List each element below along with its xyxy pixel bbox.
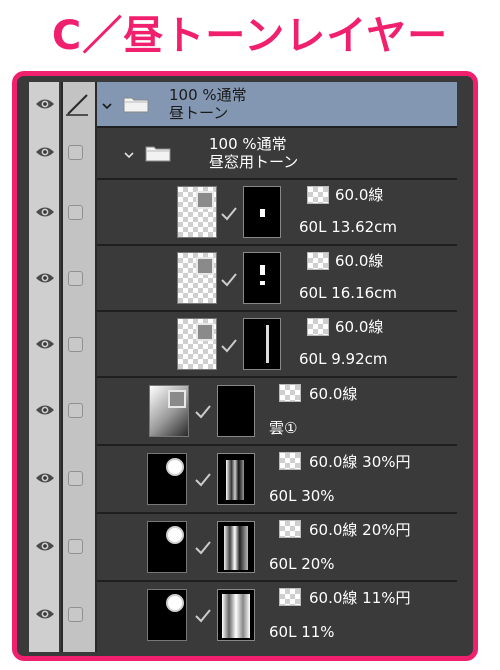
tone-setting: 60.0線: [309, 385, 358, 403]
layer-name: 60L 13.62cm: [299, 218, 398, 236]
layer-thumbnail: [177, 318, 217, 370]
layer-thumbnail: [147, 521, 187, 573]
layer-row-tone[interactable]: 60.0線 20%円 60L 20%: [97, 514, 457, 582]
layer-name: 60L 9.92cm: [299, 350, 388, 368]
edit-checkbox[interactable]: [68, 539, 83, 554]
layer-row-tone[interactable]: 60.0線 11%円 60L 11%: [97, 582, 457, 650]
eye-icon[interactable]: [35, 146, 55, 158]
tone-setting: 60.0線: [335, 252, 384, 270]
tone-icon: [279, 588, 301, 606]
checkmark-icon: [221, 207, 237, 221]
edit-checkbox[interactable]: [68, 271, 83, 286]
layer-mask-thumbnail: [217, 385, 255, 437]
layer-row-tone[interactable]: 60.0線 雲①: [97, 378, 457, 446]
layer-row-tone[interactable]: 60.0線 30%円 60L 30%: [97, 446, 457, 514]
chevron-down-icon[interactable]: [123, 149, 135, 161]
column-divider: [61, 82, 63, 652]
edit-checkbox[interactable]: [68, 403, 83, 418]
tone-icon: [307, 318, 329, 336]
eye-icon[interactable]: [35, 272, 55, 284]
checkmark-icon: [221, 339, 237, 353]
layer-panel: 100 %通常 昼トーン 100 %通常 昼窓用トーン 60.0線 60L 13…: [12, 71, 478, 661]
eye-icon[interactable]: [35, 98, 55, 110]
layer-name: 60L 11%: [269, 623, 335, 641]
chevron-down-icon[interactable]: [101, 100, 113, 112]
tone-setting: 60.0線: [335, 318, 384, 336]
layer-mask-thumbnail: [217, 453, 255, 505]
tone-icon: [196, 323, 214, 341]
layer-blend-mode: 100 %通常: [169, 86, 247, 104]
layer-thumbnail: [177, 252, 217, 304]
layer-mask-thumbnail: [217, 589, 255, 641]
checkmark-icon: [221, 273, 237, 287]
layer-name: 60L 20%: [269, 555, 335, 573]
tone-setting: 60.0線 20%円: [309, 521, 411, 539]
checkmark-icon: [195, 609, 211, 623]
layer-thumbnail: [177, 186, 217, 238]
tone-setting: 60.0線 30%円: [309, 453, 411, 471]
layer-row-folder[interactable]: 100 %通常 昼トーン: [97, 82, 457, 128]
layer-mask-thumbnail: [243, 186, 281, 238]
folder-icon: [145, 146, 171, 162]
layer-name: 昼窓用トーン: [209, 153, 299, 171]
edit-checkbox[interactable]: [68, 471, 83, 486]
tone-icon: [307, 252, 329, 270]
tone-icon: [279, 452, 301, 470]
page-title: C／昼トーンレイヤー: [51, 13, 449, 59]
tone-icon: [166, 526, 184, 544]
eye-icon[interactable]: [35, 472, 55, 484]
tone-setting: 60.0線: [335, 186, 384, 204]
layer-thumbnail: [147, 589, 187, 641]
layer-thumbnail: [147, 453, 187, 505]
layer-row-folder[interactable]: 100 %通常 昼窓用トーン: [97, 128, 457, 180]
tone-icon: [168, 390, 186, 408]
layer-row-tone[interactable]: 60.0線 60L 9.92cm: [97, 312, 457, 378]
tone-icon: [196, 191, 214, 209]
tone-icon: [279, 384, 301, 402]
layer-row-tone[interactable]: 60.0線 60L 13.62cm: [97, 180, 457, 246]
visibility-column: [29, 82, 59, 652]
eye-icon[interactable]: [35, 206, 55, 218]
edit-checkbox[interactable]: [68, 337, 83, 352]
layer-mask-thumbnail: [243, 318, 281, 370]
layer-thumbnail: [149, 385, 189, 437]
edit-lock-column: [63, 82, 95, 652]
layer-mask-thumbnail: [217, 521, 255, 573]
checkmark-icon: [195, 405, 211, 419]
layer-name: 雲①: [269, 419, 298, 437]
layer-name: 昼トーン: [169, 104, 229, 122]
checkmark-icon: [195, 473, 211, 487]
checkmark-icon: [195, 541, 211, 555]
tone-icon: [196, 257, 214, 275]
edit-checkbox[interactable]: [68, 205, 83, 220]
layer-name: 60L 16.16cm: [299, 284, 398, 302]
layer-row-tone[interactable]: 60.0線 60L 16.16cm: [97, 246, 457, 312]
tone-icon: [166, 594, 184, 612]
eye-icon[interactable]: [35, 404, 55, 416]
tone-icon: [279, 520, 301, 538]
layer-blend-mode: 100 %通常: [209, 135, 287, 153]
tone-icon: [166, 458, 184, 476]
layer-list: 100 %通常 昼トーン 100 %通常 昼窓用トーン 60.0線 60L 13…: [97, 82, 457, 652]
layer-mask-thumbnail: [243, 252, 281, 304]
tone-icon: [307, 186, 329, 204]
eye-icon[interactable]: [35, 540, 55, 552]
edit-checkbox[interactable]: [68, 145, 83, 160]
eye-icon[interactable]: [35, 338, 55, 350]
layer-name: 60L 30%: [269, 487, 335, 505]
eye-icon[interactable]: [35, 608, 55, 620]
pencil-icon[interactable]: [65, 92, 89, 116]
folder-icon: [123, 97, 149, 113]
edit-checkbox[interactable]: [68, 607, 83, 622]
tone-setting: 60.0線 11%円: [309, 589, 411, 607]
